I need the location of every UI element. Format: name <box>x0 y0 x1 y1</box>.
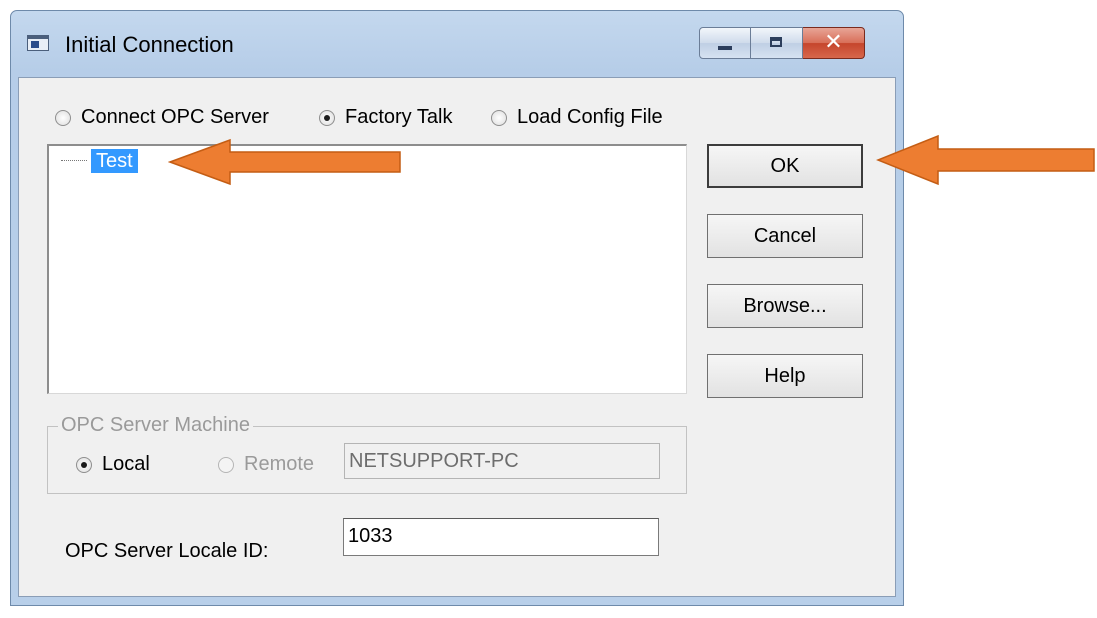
annotation-arrow-ok-icon <box>876 134 1095 186</box>
minimize-icon <box>718 46 732 50</box>
radio-button-icon[interactable] <box>319 109 335 126</box>
close-button[interactable]: ✕ <box>803 27 865 59</box>
remote-machine-field[interactable]: NETSUPPORT-PC <box>344 443 660 479</box>
radio-button-icon[interactable] <box>76 456 92 473</box>
radio-button-icon[interactable] <box>218 456 234 473</box>
maximize-button[interactable] <box>751 27 803 59</box>
dialog-window: Initial Connection ✕ Connect OPC Server … <box>10 10 904 606</box>
group-legend: OPC Server Machine <box>58 414 253 437</box>
radio-factory-talk[interactable]: Factory Talk <box>319 106 452 129</box>
browse-button[interactable]: Browse... <box>707 284 863 328</box>
radio-label: Local <box>102 453 150 475</box>
tree-item-test[interactable]: Test <box>91 149 138 173</box>
radio-button-icon[interactable] <box>491 109 507 126</box>
dialog-client-area: Connect OPC Server Factory Talk Load Con… <box>18 77 896 597</box>
cancel-button[interactable]: Cancel <box>707 214 863 258</box>
radio-local[interactable]: Local <box>76 453 150 476</box>
app-window-icon <box>27 35 49 51</box>
radio-connect-opc-server[interactable]: Connect OPC Server <box>55 106 269 129</box>
locale-id-field[interactable]: 1033 <box>343 518 659 556</box>
radio-label: Connect OPC Server <box>81 106 269 128</box>
minimize-button[interactable] <box>699 27 751 59</box>
ok-button[interactable]: OK <box>707 144 863 188</box>
close-icon: ✕ <box>824 30 843 55</box>
annotation-arrow-tree-icon <box>168 138 401 186</box>
window-title: Initial Connection <box>65 32 234 57</box>
maximize-icon <box>770 37 782 47</box>
help-button[interactable]: Help <box>707 354 863 398</box>
tree-connector-line <box>61 160 87 161</box>
radio-remote[interactable]: Remote <box>218 453 314 476</box>
radio-label: Remote <box>244 453 315 475</box>
radio-label: Factory Talk <box>345 106 453 128</box>
locale-id-label: OPC Server Locale ID: <box>65 540 269 562</box>
radio-button-icon[interactable] <box>55 109 71 126</box>
title-bar[interactable]: Initial Connection ✕ <box>11 11 903 77</box>
radio-load-config-file[interactable]: Load Config File <box>491 106 663 129</box>
opc-server-machine-group: OPC Server Machine Local Remote NETSUPPO… <box>47 414 687 494</box>
radio-label: Load Config File <box>517 106 663 128</box>
